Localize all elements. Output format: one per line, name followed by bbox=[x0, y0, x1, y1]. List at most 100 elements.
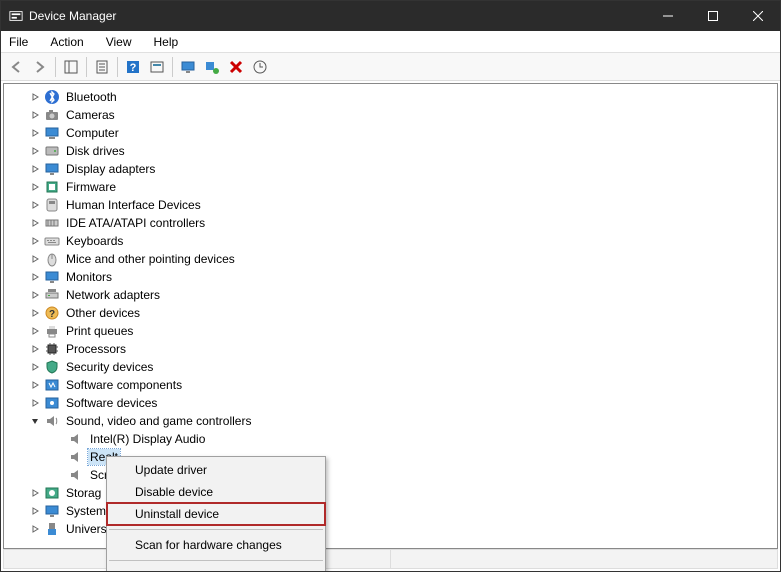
chevron-right-icon[interactable] bbox=[28, 504, 42, 518]
update-driver-button[interactable] bbox=[146, 56, 168, 78]
toolbar-separator bbox=[55, 57, 56, 77]
ctx-update[interactable]: Update driver bbox=[107, 459, 325, 481]
tree-item-label: Keyboards bbox=[64, 233, 125, 249]
chevron-right-icon[interactable] bbox=[28, 270, 42, 284]
show-hide-tree-button[interactable] bbox=[60, 56, 82, 78]
chevron-right-icon[interactable] bbox=[28, 486, 42, 500]
menu-separator bbox=[109, 560, 323, 561]
maximize-button[interactable] bbox=[690, 1, 735, 31]
options-icon bbox=[253, 60, 267, 74]
chevron-right-icon[interactable] bbox=[28, 234, 42, 248]
tree-item-label: System bbox=[64, 503, 108, 519]
chevron-right-icon[interactable] bbox=[28, 90, 42, 104]
menu-help[interactable]: Help bbox=[150, 33, 183, 51]
chevron-right-icon[interactable] bbox=[28, 306, 42, 320]
tree-item[interactable]: Firmware bbox=[4, 178, 777, 196]
ctx-scan[interactable]: Scan for hardware changes bbox=[107, 534, 325, 556]
chevron-right-icon[interactable] bbox=[28, 396, 42, 410]
tree-item[interactable]: Software components bbox=[4, 376, 777, 394]
scan-hardware-button[interactable] bbox=[201, 56, 223, 78]
tree-item[interactable]: Cameras bbox=[4, 106, 777, 124]
tree-item[interactable]: Processors bbox=[4, 340, 777, 358]
speaker-icon bbox=[68, 467, 84, 483]
window: Device Manager File Action View Help ? bbox=[0, 0, 781, 572]
chevron-right-icon[interactable] bbox=[28, 522, 42, 536]
tree-item[interactable]: Software devices bbox=[4, 394, 777, 412]
chevron-right-icon[interactable] bbox=[28, 162, 42, 176]
tree-item-label: Processors bbox=[64, 341, 128, 357]
firmware-icon bbox=[44, 179, 60, 195]
speaker-icon bbox=[68, 431, 84, 447]
tree-item-label: Monitors bbox=[64, 269, 114, 285]
spacer bbox=[52, 432, 66, 446]
swdev-icon bbox=[44, 395, 60, 411]
storage-icon bbox=[44, 485, 60, 501]
app-icon bbox=[9, 9, 23, 23]
svg-text:?: ? bbox=[49, 309, 55, 320]
tree-item-label: Software components bbox=[64, 377, 184, 393]
minimize-button[interactable] bbox=[645, 1, 690, 31]
forward-button[interactable] bbox=[29, 56, 51, 78]
chevron-right-icon[interactable] bbox=[28, 180, 42, 194]
tree-item[interactable]: Monitors bbox=[4, 268, 777, 286]
titlebar[interactable]: Device Manager bbox=[1, 1, 780, 31]
tree-item[interactable]: Computer bbox=[4, 124, 777, 142]
ctx-uninstall[interactable]: Uninstall device bbox=[107, 503, 325, 525]
tree-item[interactable]: Human Interface Devices bbox=[4, 196, 777, 214]
menu-separator bbox=[109, 529, 323, 530]
tree-item[interactable]: Security devices bbox=[4, 358, 777, 376]
tree-item[interactable]: Print queues bbox=[4, 322, 777, 340]
chevron-down-icon[interactable] bbox=[28, 414, 42, 428]
tree-item-label: Network adapters bbox=[64, 287, 162, 303]
tree-item[interactable]: Network adapters bbox=[4, 286, 777, 304]
tree-item[interactable]: IDE ATA/ATAPI controllers bbox=[4, 214, 777, 232]
monitor-icon bbox=[44, 269, 60, 285]
tree-item[interactable]: Disk drives bbox=[4, 142, 777, 160]
speaker-icon bbox=[68, 449, 84, 465]
ctx-properties[interactable]: Properties bbox=[107, 565, 325, 572]
monitor-icon bbox=[181, 60, 195, 74]
chevron-right-icon[interactable] bbox=[28, 126, 42, 140]
chevron-right-icon[interactable] bbox=[28, 360, 42, 374]
chevron-right-icon[interactable] bbox=[28, 288, 42, 302]
options-button[interactable] bbox=[249, 56, 271, 78]
tree-item[interactable]: Keyboards bbox=[4, 232, 777, 250]
toolbar-separator bbox=[86, 57, 87, 77]
tree-item-label: Cameras bbox=[64, 107, 117, 123]
close-button[interactable] bbox=[735, 1, 780, 31]
menu-view[interactable]: View bbox=[102, 33, 136, 51]
chevron-right-icon[interactable] bbox=[28, 378, 42, 392]
chevron-right-icon[interactable] bbox=[28, 252, 42, 266]
spacer bbox=[52, 468, 66, 482]
menu-action[interactable]: Action bbox=[46, 33, 87, 51]
ctx-disable[interactable]: Disable device bbox=[107, 481, 325, 503]
properties-button[interactable] bbox=[91, 56, 113, 78]
tree-item-label: Mice and other pointing devices bbox=[64, 251, 237, 267]
chevron-right-icon[interactable] bbox=[28, 324, 42, 338]
chevron-right-icon[interactable] bbox=[28, 198, 42, 212]
chevron-right-icon[interactable] bbox=[28, 216, 42, 230]
chevron-right-icon[interactable] bbox=[28, 144, 42, 158]
back-button[interactable] bbox=[5, 56, 27, 78]
uninstall-button[interactable] bbox=[225, 56, 247, 78]
tree-item[interactable]: Display adapters bbox=[4, 160, 777, 178]
menu-file[interactable]: File bbox=[5, 33, 32, 51]
props-icon bbox=[95, 60, 109, 74]
tree-item-label: Intel(R) Display Audio bbox=[88, 431, 207, 447]
tree-item[interactable]: Intel(R) Display Audio bbox=[4, 430, 777, 448]
chevron-right-icon[interactable] bbox=[28, 342, 42, 356]
tree-item-label: Disk drives bbox=[64, 143, 127, 159]
tree-item[interactable]: Sound, video and game controllers bbox=[4, 412, 777, 430]
tree-item-label: Bluetooth bbox=[64, 89, 119, 105]
tree-item[interactable]: Bluetooth bbox=[4, 88, 777, 106]
system-icon bbox=[44, 503, 60, 519]
tree-item-label: IDE ATA/ATAPI controllers bbox=[64, 215, 207, 231]
tree-item[interactable]: ?Other devices bbox=[4, 304, 777, 322]
context-menu[interactable]: Update driverDisable deviceUninstall dev… bbox=[106, 456, 326, 572]
tree-item[interactable]: Mice and other pointing devices bbox=[4, 250, 777, 268]
monitor-button[interactable] bbox=[177, 56, 199, 78]
chevron-right-icon[interactable] bbox=[28, 108, 42, 122]
help-button[interactable]: ? bbox=[122, 56, 144, 78]
swcomp-icon bbox=[44, 377, 60, 393]
display-icon bbox=[44, 161, 60, 177]
